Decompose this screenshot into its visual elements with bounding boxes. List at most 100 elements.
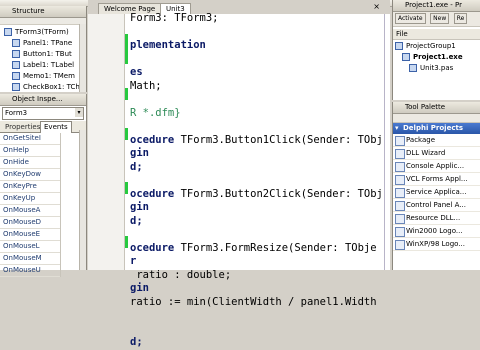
event-row[interactable]: OnMouseM xyxy=(0,253,60,265)
code-line: gin xyxy=(130,147,149,159)
project-item-label: ProjectGroup1 xyxy=(406,42,456,50)
change-marker xyxy=(125,182,128,194)
code-keyword: ocedure xyxy=(130,241,175,254)
project-item[interactable]: ProjectGroup1 xyxy=(395,41,480,52)
code-line: R *.dfm} xyxy=(130,106,181,119)
palette-item-label: WinXP/98 Logo... xyxy=(406,240,465,248)
palette-item[interactable]: Package xyxy=(393,134,480,147)
structure-item[interactable]: Label1: TLabel xyxy=(4,60,86,71)
wizard-icon xyxy=(395,188,405,198)
code-text: TForm3.Button1Click(Sender: TObj xyxy=(174,133,383,146)
structure-item-label: Panel1: TPane xyxy=(23,39,73,47)
code-line: ratio : double; xyxy=(130,268,232,281)
palette-item-label: Service Applica... xyxy=(406,188,467,196)
object-selector-value: Form3 xyxy=(5,109,28,117)
palette-item[interactable]: Control Panel A... xyxy=(393,199,480,212)
structure-item[interactable]: Panel1: TPane xyxy=(4,38,86,49)
change-marker xyxy=(125,128,128,140)
tool-palette-title: Tool Palette xyxy=(393,102,480,114)
palette-item-label: Console Applic... xyxy=(406,162,465,170)
palette-category[interactable]: ▾ Delphi Projects xyxy=(393,123,480,134)
structure-item[interactable]: CheckBox1: TCh xyxy=(4,82,86,93)
project-icon xyxy=(395,42,403,50)
component-icon xyxy=(12,50,20,58)
component-icon xyxy=(12,72,20,80)
palette-item-label: Win2000 Logo... xyxy=(406,227,463,235)
component-icon xyxy=(4,28,12,36)
change-marker xyxy=(125,34,128,64)
palette-item-label: VCL Forms Appl... xyxy=(406,175,468,183)
event-row[interactable]: OnKeyDow xyxy=(0,169,60,181)
palette-item[interactable]: Resource DLL... xyxy=(393,212,480,225)
project-manager: Project1.exe - Pr Activate New Re File P… xyxy=(392,0,480,100)
palette-item[interactable]: WinXP/98 Logo... xyxy=(393,238,480,251)
structure-item[interactable]: TForm3(TForm) xyxy=(4,27,86,38)
chevron-down-icon: ▾ xyxy=(395,124,399,132)
code-line: gin xyxy=(130,282,149,294)
palette-item[interactable]: Console Applic... xyxy=(393,160,480,173)
event-row[interactable]: OnKeyUp xyxy=(0,193,60,205)
palette-item-label: Control Panel A... xyxy=(406,201,466,209)
project-toolbar: Activate New Re xyxy=(393,12,480,27)
chevron-down-icon[interactable]: ▾ xyxy=(75,108,83,117)
object-inspector-title: Object Inspe... xyxy=(0,94,86,106)
structure-item-label: Label1: TLabel xyxy=(23,61,75,69)
project-item-label: Project1.exe xyxy=(413,53,463,61)
structure-item-label: Button1: TBut xyxy=(23,50,72,58)
structure-scrollbar[interactable] xyxy=(79,24,86,92)
code-editor[interactable]: Form3: TForm3; plementation es Math; R *.dfm… xyxy=(88,12,390,348)
palette-item-label: DLL Wizard xyxy=(406,149,446,157)
palette-item[interactable]: VCL Forms Appl... xyxy=(393,173,480,186)
palette-item[interactable]: DLL Wizard xyxy=(393,147,480,160)
palette-item[interactable]: Service Applica... xyxy=(393,186,480,199)
project-icon xyxy=(409,64,417,72)
tab-properties[interactable]: Properties xyxy=(2,122,43,132)
event-row[interactable]: OnMouseA xyxy=(0,205,60,217)
wizard-icon xyxy=(395,162,405,172)
palette-item-label: Package xyxy=(406,136,436,144)
close-icon[interactable]: × xyxy=(373,2,380,11)
wizard-icon xyxy=(395,240,405,250)
inspector-scrollbar[interactable] xyxy=(79,130,86,270)
project-item-label: Unit3.pas xyxy=(420,64,454,72)
wizard-icon xyxy=(395,175,405,185)
wizard-icon xyxy=(395,149,405,159)
project-item[interactable]: Unit3.pas xyxy=(395,63,480,74)
structure-item-label: CheckBox1: TCh xyxy=(23,83,80,91)
code-line: Math; xyxy=(130,79,162,92)
event-row[interactable]: OnMouseE xyxy=(0,229,60,241)
event-row[interactable]: OnHelp xyxy=(0,145,60,157)
project-icon xyxy=(402,53,410,61)
structure-item[interactable]: Button1: TBut xyxy=(4,49,86,60)
event-row[interactable]: OnGetSiteI xyxy=(0,133,60,145)
remove-button[interactable]: Re xyxy=(453,13,468,24)
project-manager-title: Project1.exe - Pr xyxy=(393,0,480,12)
event-row[interactable]: OnMouseL xyxy=(0,241,60,253)
code-line: r xyxy=(130,255,137,267)
events-list: OnGetSiteI OnHelp OnHide OnKeyDow OnKeyPre On… xyxy=(0,133,61,277)
object-inspector: Object Inspe... Form3 ▾ Properties Event… xyxy=(0,94,87,277)
event-row[interactable]: OnKeyPre xyxy=(0,181,60,193)
event-row[interactable]: OnMouseD xyxy=(0,217,60,229)
project-item[interactable]: Project1.exe xyxy=(395,52,480,63)
palette-item[interactable]: Win2000 Logo... xyxy=(393,225,480,238)
palette-category-label: Delphi Projects xyxy=(403,124,463,132)
code-keyword: ocedure xyxy=(130,133,175,146)
code-lines: Form3: TForm3; plementation es Math; R *.dfm… xyxy=(130,12,386,350)
object-selector[interactable]: Form3 ▾ xyxy=(2,107,84,120)
structure-pane: Structure TForm3(TForm) Panel1: TPane Butt… xyxy=(0,6,87,92)
tab-events[interactable]: Events xyxy=(40,121,72,133)
event-row[interactable]: OnMouseU xyxy=(0,265,60,277)
activate-button[interactable]: Activate xyxy=(395,13,426,24)
component-icon xyxy=(12,61,20,69)
structure-item[interactable]: Memo1: TMem xyxy=(4,71,86,82)
code-line: ocedure TForm3.Button2Click(Sender: TObj xyxy=(130,188,386,202)
structure-item-label: Memo1: TMem xyxy=(23,72,75,80)
new-button[interactable]: New xyxy=(430,13,450,24)
event-row[interactable]: OnHide xyxy=(0,157,60,169)
